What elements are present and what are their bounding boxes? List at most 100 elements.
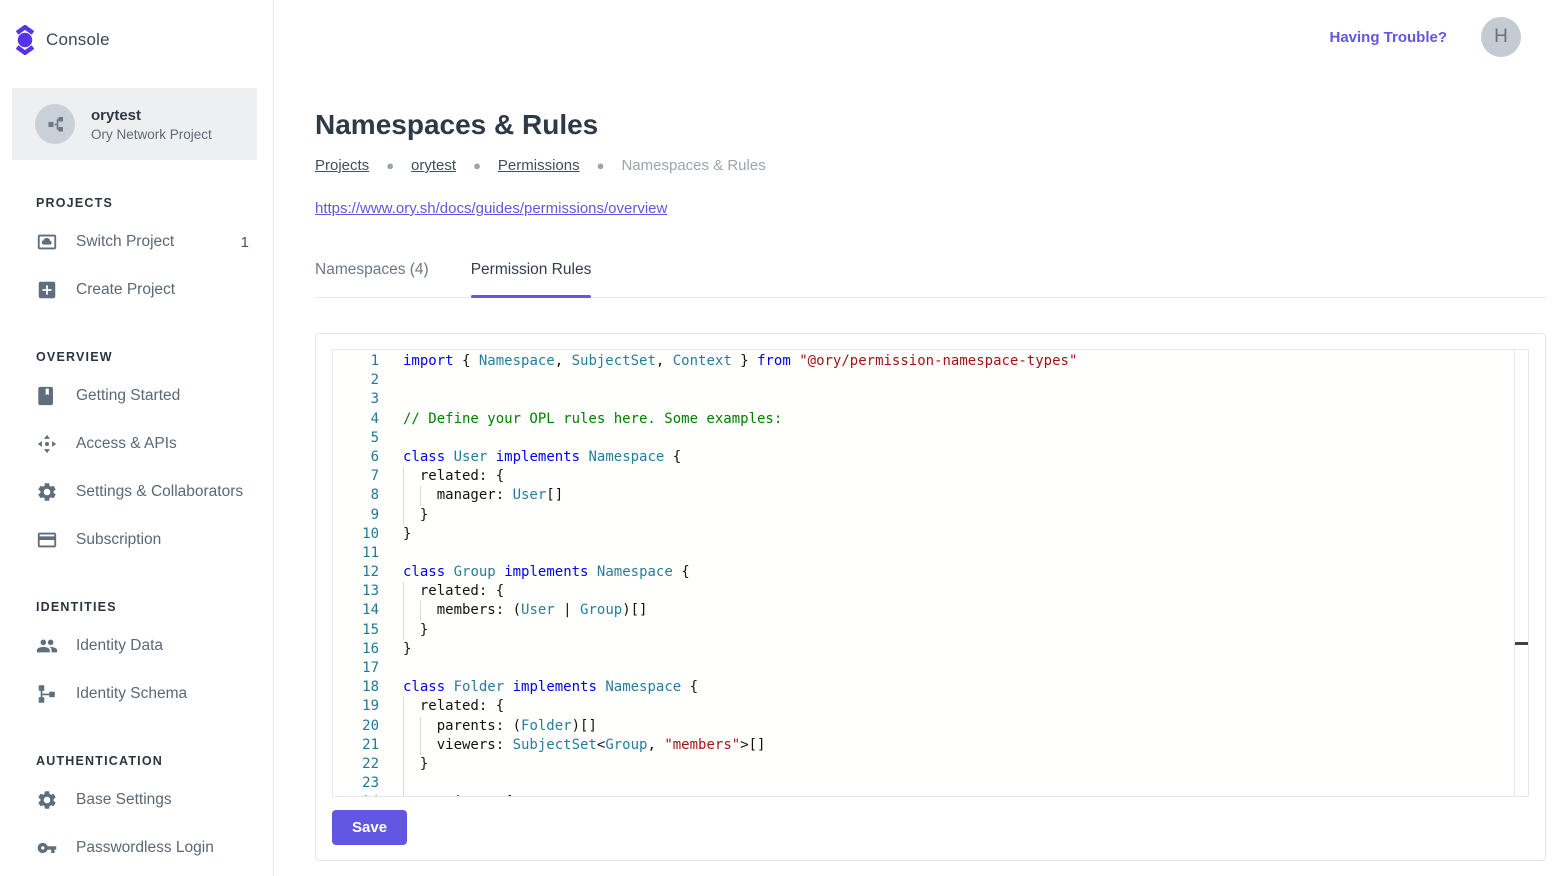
docs-link[interactable]: https://www.ory.sh/docs/guides/permissio… xyxy=(315,200,667,217)
tab-namespaces[interactable]: Namespaces (4) xyxy=(315,261,429,297)
sidebar-item-subscription[interactable]: Subscription xyxy=(0,516,273,564)
breadcrumb-projects[interactable]: Projects xyxy=(315,157,369,174)
ory-logo-icon xyxy=(14,25,36,55)
line-number: 23 xyxy=(333,774,379,793)
base-settings-icon xyxy=(36,789,58,811)
page-title: Namespaces & Rules xyxy=(315,110,1546,140)
code-line: 2 xyxy=(333,371,1528,390)
line-number: 16 xyxy=(333,640,379,659)
switch-project-icon xyxy=(36,231,58,253)
indent-guide xyxy=(403,467,404,486)
sidebar-item-access-apis[interactable]: Access & APIs xyxy=(0,420,273,468)
line-number: 18 xyxy=(333,678,379,697)
code-lines: 1import { Namespace, SubjectSet, Context… xyxy=(333,352,1528,797)
code-line: 13 related: { xyxy=(333,582,1528,601)
code-line: 19 related: { xyxy=(333,697,1528,716)
line-number: 9 xyxy=(333,506,379,525)
indent-guide xyxy=(403,601,404,620)
indent-guide xyxy=(420,601,421,620)
sidebar-item-label: Subscription xyxy=(76,531,161,549)
line-number: 15 xyxy=(333,621,379,640)
line-number: 6 xyxy=(333,448,379,467)
line-number: 14 xyxy=(333,601,379,620)
sidebar-item-identity-schema[interactable]: Identity Schema xyxy=(0,670,273,718)
having-trouble-link[interactable]: Having Trouble? xyxy=(1329,29,1447,46)
indent-guide xyxy=(420,717,421,736)
line-number: 5 xyxy=(333,429,379,448)
breadcrumb: Projects ● orytest ● Permissions ● Names… xyxy=(315,157,1546,174)
sidebar-item-base-settings[interactable]: Base Settings xyxy=(0,776,273,824)
section-title-overview: OVERVIEW xyxy=(36,350,249,364)
project-subtitle: Ory Network Project xyxy=(91,127,212,142)
sidebar-item-label: Base Settings xyxy=(76,791,172,809)
indent-guide xyxy=(403,697,404,716)
line-number: 1 xyxy=(333,352,379,371)
tabbar: Namespaces (4) Permission Rules xyxy=(315,261,1546,298)
indent-guide xyxy=(420,486,421,505)
user-avatar[interactable]: H xyxy=(1481,17,1521,57)
project-name: orytest xyxy=(91,107,212,124)
line-number: 19 xyxy=(333,697,379,716)
line-number: 17 xyxy=(333,659,379,678)
app-name: Console xyxy=(46,30,110,50)
content: Namespaces & Rules Projects ● orytest ● … xyxy=(274,74,1556,861)
sidebar-item-identity-data[interactable]: Identity Data xyxy=(0,622,273,670)
sidebar-item-label: Switch Project xyxy=(76,233,174,251)
code-editor[interactable]: 1import { Namespace, SubjectSet, Context… xyxy=(332,349,1529,797)
line-number: 20 xyxy=(333,717,379,736)
passwordless-login-icon xyxy=(36,837,58,859)
code-line: 21 viewers: SubjectSet<Group, "members">… xyxy=(333,736,1528,755)
code-line: 6class User implements Namespace { xyxy=(333,448,1528,467)
code-line: 24 permits = { xyxy=(333,793,1528,797)
subscription-icon xyxy=(36,529,58,551)
project-selector[interactable]: orytest Ory Network Project xyxy=(12,88,257,160)
topbar: Having Trouble? H xyxy=(274,0,1556,74)
sidebar-item-create-project[interactable]: Create Project xyxy=(0,266,273,314)
sidebar-item-settings-collaborators[interactable]: Settings & Collaborators xyxy=(0,468,273,516)
line-number: 2 xyxy=(333,371,379,390)
breadcrumb-permissions[interactable]: Permissions xyxy=(498,157,580,174)
getting-started-icon xyxy=(36,385,58,407)
breadcrumb-separator: ● xyxy=(386,158,394,173)
code-line: 11 xyxy=(333,544,1528,563)
sidebar-item-label: Identity Data xyxy=(76,637,163,655)
indent-guide xyxy=(420,736,421,755)
code-line: 15 } xyxy=(333,621,1528,640)
code-line: 7 related: { xyxy=(333,467,1528,486)
breadcrumb-current: Namespaces & Rules xyxy=(621,157,765,174)
editor-scrollbar[interactable] xyxy=(1514,350,1528,796)
sidebar-item-label: Create Project xyxy=(76,281,175,299)
switch-project-count-badge: 1 xyxy=(241,234,249,251)
indent-guide xyxy=(403,582,404,601)
indent-guide xyxy=(403,774,404,793)
line-number: 3 xyxy=(333,390,379,409)
code-line: 18class Folder implements Namespace { xyxy=(333,678,1528,697)
sidebar-item-getting-started[interactable]: Getting Started xyxy=(0,372,273,420)
breadcrumb-separator: ● xyxy=(473,158,481,173)
access-apis-icon xyxy=(36,433,58,455)
code-line: 23 xyxy=(333,774,1528,793)
code-line: 16} xyxy=(333,640,1528,659)
code-line: 3 xyxy=(333,390,1528,409)
code-line: 5 xyxy=(333,429,1528,448)
create-project-icon xyxy=(36,279,58,301)
identity-schema-icon xyxy=(36,683,58,705)
save-button[interactable]: Save xyxy=(332,810,407,845)
code-line: 8 manager: User[] xyxy=(333,486,1528,505)
tab-permission-rules[interactable]: Permission Rules xyxy=(471,261,592,297)
indent-guide xyxy=(403,736,404,755)
line-number: 10 xyxy=(333,525,379,544)
code-line: 4// Define your OPL rules here. Some exa… xyxy=(333,410,1528,429)
indent-guide xyxy=(403,793,404,797)
sidebar-item-label: Access & APIs xyxy=(76,435,177,453)
identity-data-icon xyxy=(36,635,58,657)
section-title-projects: PROJECTS xyxy=(36,196,249,210)
sidebar-item-passwordless-login[interactable]: Passwordless Login xyxy=(0,824,273,872)
breadcrumb-orytest[interactable]: orytest xyxy=(411,157,456,174)
sidebar-item-switch-project[interactable]: Switch Project 1 xyxy=(0,218,273,266)
line-number: 4 xyxy=(333,410,379,429)
sidebar-item-label: Settings & Collaborators xyxy=(76,483,243,501)
app-logo-row[interactable]: Console xyxy=(0,0,273,64)
sidebar-item-label: Identity Schema xyxy=(76,685,187,703)
code-line: 14 members: (User | Group)[] xyxy=(333,601,1528,620)
